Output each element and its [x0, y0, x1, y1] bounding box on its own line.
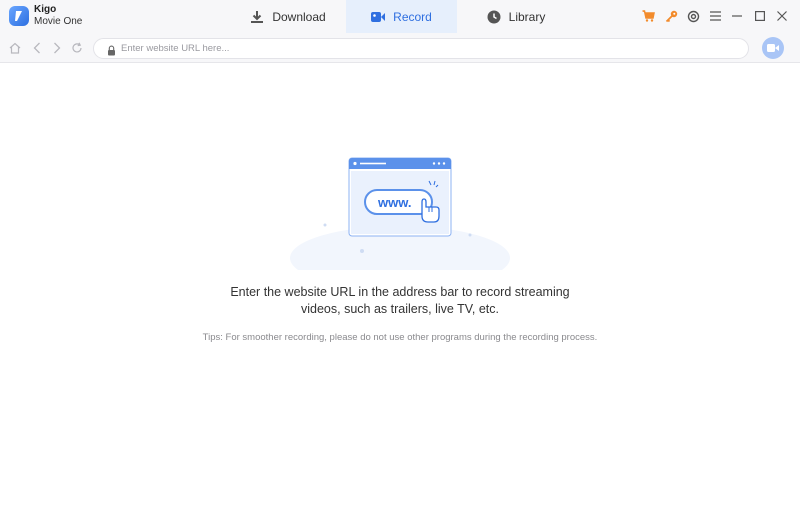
key-icon[interactable]	[664, 9, 678, 23]
tab-library-label: Library	[508, 9, 546, 24]
illustration-url-text: www.	[377, 195, 411, 210]
back-icon[interactable]	[30, 41, 44, 55]
message-line1: Enter the website URL in the address bar…	[230, 285, 570, 299]
tab-download-label: Download	[272, 9, 326, 24]
record-button[interactable]	[762, 37, 784, 59]
empty-state-message: Enter the website URL in the address bar…	[150, 284, 650, 318]
lock-icon	[107, 43, 116, 61]
close-icon[interactable]	[775, 9, 789, 23]
minimize-icon[interactable]	[730, 9, 744, 23]
record-icon	[371, 11, 386, 23]
settings-icon[interactable]	[686, 9, 700, 23]
app-name: Kigo Movie One	[34, 4, 82, 28]
menu-icon[interactable]	[708, 9, 722, 23]
message-line2: videos, such as trailers, live TV, etc.	[300, 302, 499, 316]
url-input[interactable]	[121, 41, 731, 56]
refresh-icon[interactable]	[70, 41, 84, 55]
maximize-icon[interactable]	[753, 9, 767, 23]
cart-icon[interactable]	[641, 9, 655, 23]
forward-icon[interactable]	[50, 41, 64, 55]
clock-icon	[487, 10, 501, 24]
tab-download[interactable]: Download	[232, 0, 344, 33]
record-camera-icon	[767, 44, 779, 52]
tab-record-label: Record	[393, 9, 432, 24]
home-icon[interactable]	[8, 41, 22, 55]
download-icon	[250, 10, 264, 24]
title-bar: Kigo Movie One Download Record Library	[0, 0, 800, 33]
url-bar[interactable]	[93, 38, 749, 59]
tab-library[interactable]: Library	[460, 0, 572, 33]
app-name-line2: Movie One	[34, 16, 83, 27]
browser-illustration: www.	[280, 150, 520, 290]
navigation-bar	[0, 33, 800, 63]
app-name-line1: Kigo	[34, 4, 57, 15]
app-logo-icon	[9, 6, 29, 26]
tips-text: Tips: For smoother recording, please do …	[202, 332, 598, 343]
tab-record[interactable]: Record	[346, 0, 457, 33]
